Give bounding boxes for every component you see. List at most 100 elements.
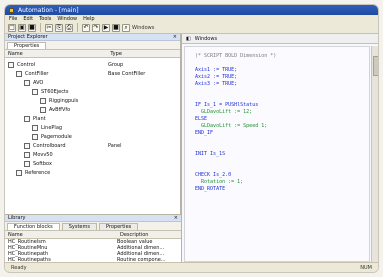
tree-node-label: ST60Ejects — [41, 88, 69, 95]
tree-node-icon — [24, 151, 30, 158]
open-icon[interactable]: ▣ — [18, 23, 26, 32]
tree-node-label: Softbox — [33, 160, 52, 167]
find-icon[interactable]: ⌕ — [122, 23, 130, 32]
menu-file[interactable]: File — [9, 16, 17, 22]
tree-node-label: Pagemodule — [41, 133, 72, 140]
tree-node-icon — [40, 97, 46, 104]
tree-row[interactable]: Riggingpuls — [5, 96, 180, 105]
tree-node-label: LinePlag — [41, 124, 63, 131]
editor-top-bar: ◧ Windows — [182, 34, 378, 44]
tree-node-type: Panel — [108, 142, 122, 149]
stop-icon[interactable]: ■ — [112, 23, 120, 32]
code-line: CHECK Is_2.0 — [195, 172, 232, 178]
menu-edit[interactable]: Edit — [23, 16, 33, 22]
explorer-pin-icon[interactable]: × — [173, 34, 177, 40]
tab-properties[interactable]: Properties — [7, 42, 47, 49]
tree-row[interactable]: Control Group — [5, 60, 180, 69]
tree-node-icon — [16, 169, 22, 176]
app-icon — [9, 7, 14, 13]
tree-node-type: Base ContFiller — [108, 70, 146, 77]
code-line: ELSE — [195, 116, 208, 122]
tree-node-icon — [24, 115, 30, 122]
tree-node-label: Controlboard — [33, 142, 66, 149]
tree-node-icon — [32, 133, 38, 140]
tree-row[interactable]: ST60Ejects — [5, 87, 180, 96]
tree-node-icon — [16, 70, 22, 77]
save-icon[interactable]: ■ — [28, 23, 36, 32]
windows-dropdown-label[interactable]: Windows — [132, 25, 154, 31]
tree-node-label: Control — [17, 61, 36, 68]
tree-row[interactable]: LinePlag — [5, 123, 180, 132]
tree-row[interactable]: Pagemodule — [5, 132, 180, 141]
tree-node-icon — [24, 142, 30, 149]
code-line: END_IF — [195, 130, 214, 136]
tree-node-label: Movv50 — [33, 151, 53, 158]
library-title-bar: Library × — [5, 215, 181, 222]
tree-node-label: Riggingpuls — [49, 97, 79, 104]
tree-node-icon — [32, 124, 38, 131]
header-name: Name — [8, 50, 23, 57]
toolbar-separator — [77, 23, 78, 32]
tree-row[interactable]: Softbox — [5, 159, 180, 168]
menu-window[interactable]: Window — [57, 16, 77, 22]
menu-bar: File Edit Tools Window Help — [5, 15, 378, 22]
code-area[interactable]: (* SCRIPT BOLD Dimension *) Axis1 := TRUE… — [184, 46, 370, 262]
paste-icon[interactable]: ⎙ — [65, 23, 73, 32]
status-left: Ready — [11, 264, 27, 271]
cut-icon[interactable]: ✂ — [45, 23, 53, 32]
tree-node-label: Plant — [33, 115, 46, 122]
editor-combo[interactable]: Windows — [195, 36, 217, 42]
new-icon[interactable]: □ — [8, 23, 16, 32]
tree-row[interactable]: ContFiller Base ContFiller — [5, 69, 180, 78]
library-title: Library — [8, 215, 26, 221]
editor-scrollbar[interactable] — [371, 46, 378, 262]
library-header: Name Description — [5, 231, 181, 239]
explorer-tabs: Properties — [5, 41, 180, 50]
code-line: GLDavoLift := Speed 1; — [195, 123, 268, 129]
tab-systems[interactable]: Systems — [61, 223, 97, 230]
tree-row[interactable]: Movv50 — [5, 150, 180, 159]
code-line: GLDavoLift := 12; — [195, 109, 253, 115]
copy-icon[interactable]: ⎘ — [55, 23, 63, 32]
tree-node-label: AVO — [33, 79, 44, 86]
tree-row[interactable]: AvBffVfo — [5, 105, 180, 114]
code-line: Axis3 := TRUE; — [195, 81, 238, 87]
tab-library-properties[interactable]: Properties — [98, 223, 139, 230]
menu-help[interactable]: Help — [83, 16, 94, 22]
editor-scroll-thumb[interactable] — [373, 56, 378, 76]
tree-node-icon — [24, 160, 30, 167]
library-header-name: Name — [8, 231, 23, 238]
title-bar[interactable]: Automation - [main] — [5, 5, 378, 15]
run-icon[interactable]: ▶ — [102, 23, 110, 32]
editor-mode-icon[interactable]: ◧ — [186, 36, 191, 42]
tree-row[interactable]: Controlboard Panel — [5, 141, 180, 150]
menu-tools[interactable]: Tools — [39, 16, 51, 22]
toolbar-separator — [40, 23, 41, 32]
application-window: Automation - [main] File Edit Tools Wind… — [4, 4, 379, 273]
tab-function-blocks[interactable]: Function blocks — [7, 223, 60, 230]
explorer-tree: Control Group ContFiller Base ContFiller AVO… — [5, 58, 180, 177]
code-line: END_ROTATE — [195, 186, 226, 192]
code-line: (* SCRIPT BOLD Dimension *) — [195, 53, 277, 59]
library-pin-icon[interactable]: × — [174, 215, 178, 221]
window-title: Automation - [main] — [18, 6, 79, 14]
redo-icon[interactable]: ↷ — [92, 23, 100, 32]
code-line: Axis2 := TRUE; — [195, 74, 238, 80]
undo-icon[interactable]: ↶ — [82, 23, 90, 32]
library-header-description: Description — [120, 231, 149, 238]
library-tabs: Function blocks Systems Properties — [5, 222, 181, 231]
explorer-header: Name Type — [5, 50, 180, 58]
tree-row[interactable]: AVO — [5, 78, 180, 87]
code-line: Axis1 := TRUE; — [195, 67, 238, 73]
main-toolbar: □ ▣ ■ ✂ ⎘ ⎙ ↶ ↷ ▶ ■ ⌕ Windows — [5, 22, 378, 34]
tree-node-label: AvBffVfo — [49, 106, 71, 113]
tree-row[interactable]: Reference — [5, 168, 180, 177]
tree-node-icon — [8, 61, 14, 68]
tree-row[interactable]: Plant — [5, 114, 180, 123]
